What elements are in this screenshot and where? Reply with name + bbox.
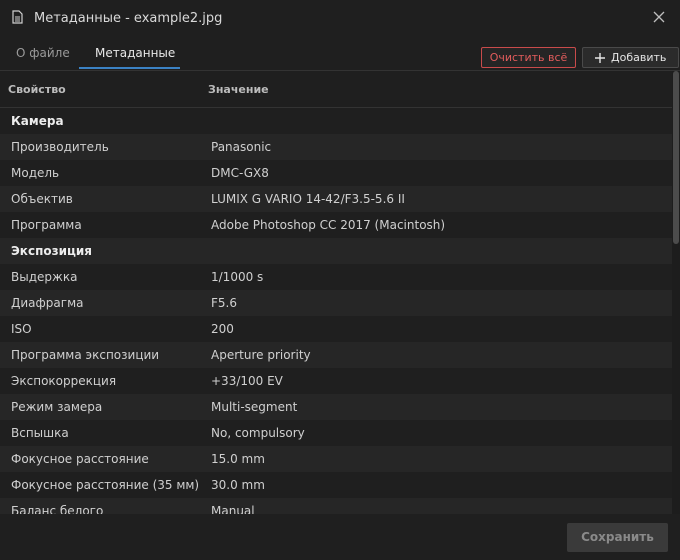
table-group-row[interactable]: Экспозиция [0,238,672,264]
property-cell: Баланс белого [11,504,104,514]
property-cell: Объектив [11,192,73,206]
table-row[interactable]: Объектив LUMIX G VARIO 14-42/F3.5-5.6 II [0,186,672,212]
scrollbar-thumb[interactable] [673,71,679,244]
column-header-value[interactable]: Значение [208,83,269,96]
table-row[interactable]: Вспышка No, compulsory [0,420,672,446]
group-label: Камера [11,114,64,128]
table-row[interactable]: Программа Adobe Photoshop CC 2017 (Macint… [0,212,672,238]
value-cell[interactable]: DMC-GX8 [211,166,269,180]
property-cell: Экспокоррекция [11,374,117,388]
value-cell[interactable]: Aperture priority [211,348,311,362]
property-cell: Программа [11,218,82,232]
table-row[interactable]: Модель DMC-GX8 [0,160,672,186]
table-row[interactable]: Фокусное расстояние (35 мм) 30.0 mm [0,472,672,498]
save-button[interactable]: Сохранить [567,523,668,552]
close-icon[interactable] [652,10,666,24]
value-cell[interactable]: 30.0 mm [211,478,265,492]
value-cell[interactable]: +33/100 EV [211,374,283,388]
clear-all-button[interactable]: Очистить всё [481,47,576,68]
property-cell: Производитель [11,140,109,154]
value-cell[interactable]: Panasonic [211,140,271,154]
table-body: Камера Производитель Panasonic Модель DMC-GX… [0,108,672,514]
column-header-property[interactable]: Свойство [8,83,66,96]
metadata-table: Свойство Значение Камера Производитель Pan… [0,71,672,514]
table-row[interactable]: Диафрагма F5.6 [0,290,672,316]
table-row[interactable]: Производитель Panasonic [0,134,672,160]
add-button-label: Добавить [611,51,667,64]
value-cell[interactable]: No, compulsory [211,426,305,440]
active-tab-indicator [79,67,180,69]
value-cell[interactable]: Multi-segment [211,400,297,414]
value-cell[interactable]: Adobe Photoshop CC 2017 (Macintosh) [211,218,445,232]
tab-bar: О файле Метаданные [0,36,680,71]
value-cell[interactable]: 15.0 mm [211,452,265,466]
property-cell: ISO [11,322,32,336]
table-row[interactable]: Выдержка 1/1000 s [0,264,672,290]
group-label: Экспозиция [11,244,92,258]
table-row[interactable]: ISO 200 [0,316,672,342]
plus-icon [595,53,605,63]
tab-metadata[interactable]: Метаданные [95,46,175,60]
property-cell: Режим замера [11,400,103,414]
add-button[interactable]: Добавить [582,47,679,68]
property-cell: Выдержка [11,270,78,284]
property-cell: Фокусное расстояние [11,452,149,466]
table-header: Свойство Значение [0,71,672,108]
document-icon [12,10,23,24]
value-cell[interactable]: 1/1000 s [211,270,263,284]
table-row[interactable]: Баланс белого Manual [0,498,672,514]
table-row[interactable]: Программа экспозиции Aperture priority [0,342,672,368]
value-cell[interactable]: LUMIX G VARIO 14-42/F3.5-5.6 II [211,192,405,206]
property-cell: Модель [11,166,60,180]
table-row[interactable]: Режим замера Multi-segment [0,394,672,420]
window-title: Метаданные - example2.jpg [34,11,223,26]
table-row[interactable]: Фокусное расстояние 15.0 mm [0,446,672,472]
value-cell[interactable]: 200 [211,322,234,336]
property-cell: Вспышка [11,426,69,440]
title-bar: Метаданные - example2.jpg [0,0,680,36]
property-cell: Фокусное расстояние (35 мм) [11,478,200,492]
property-cell: Программа экспозиции [11,348,160,362]
table-group-row[interactable]: Камера [0,108,672,134]
table-row[interactable]: Экспокоррекция +33/100 EV [0,368,672,394]
property-cell: Диафрагма [11,296,84,310]
tab-file-info[interactable]: О файле [16,46,70,60]
value-cell[interactable]: F5.6 [211,296,237,310]
value-cell[interactable]: Manual [211,504,255,514]
